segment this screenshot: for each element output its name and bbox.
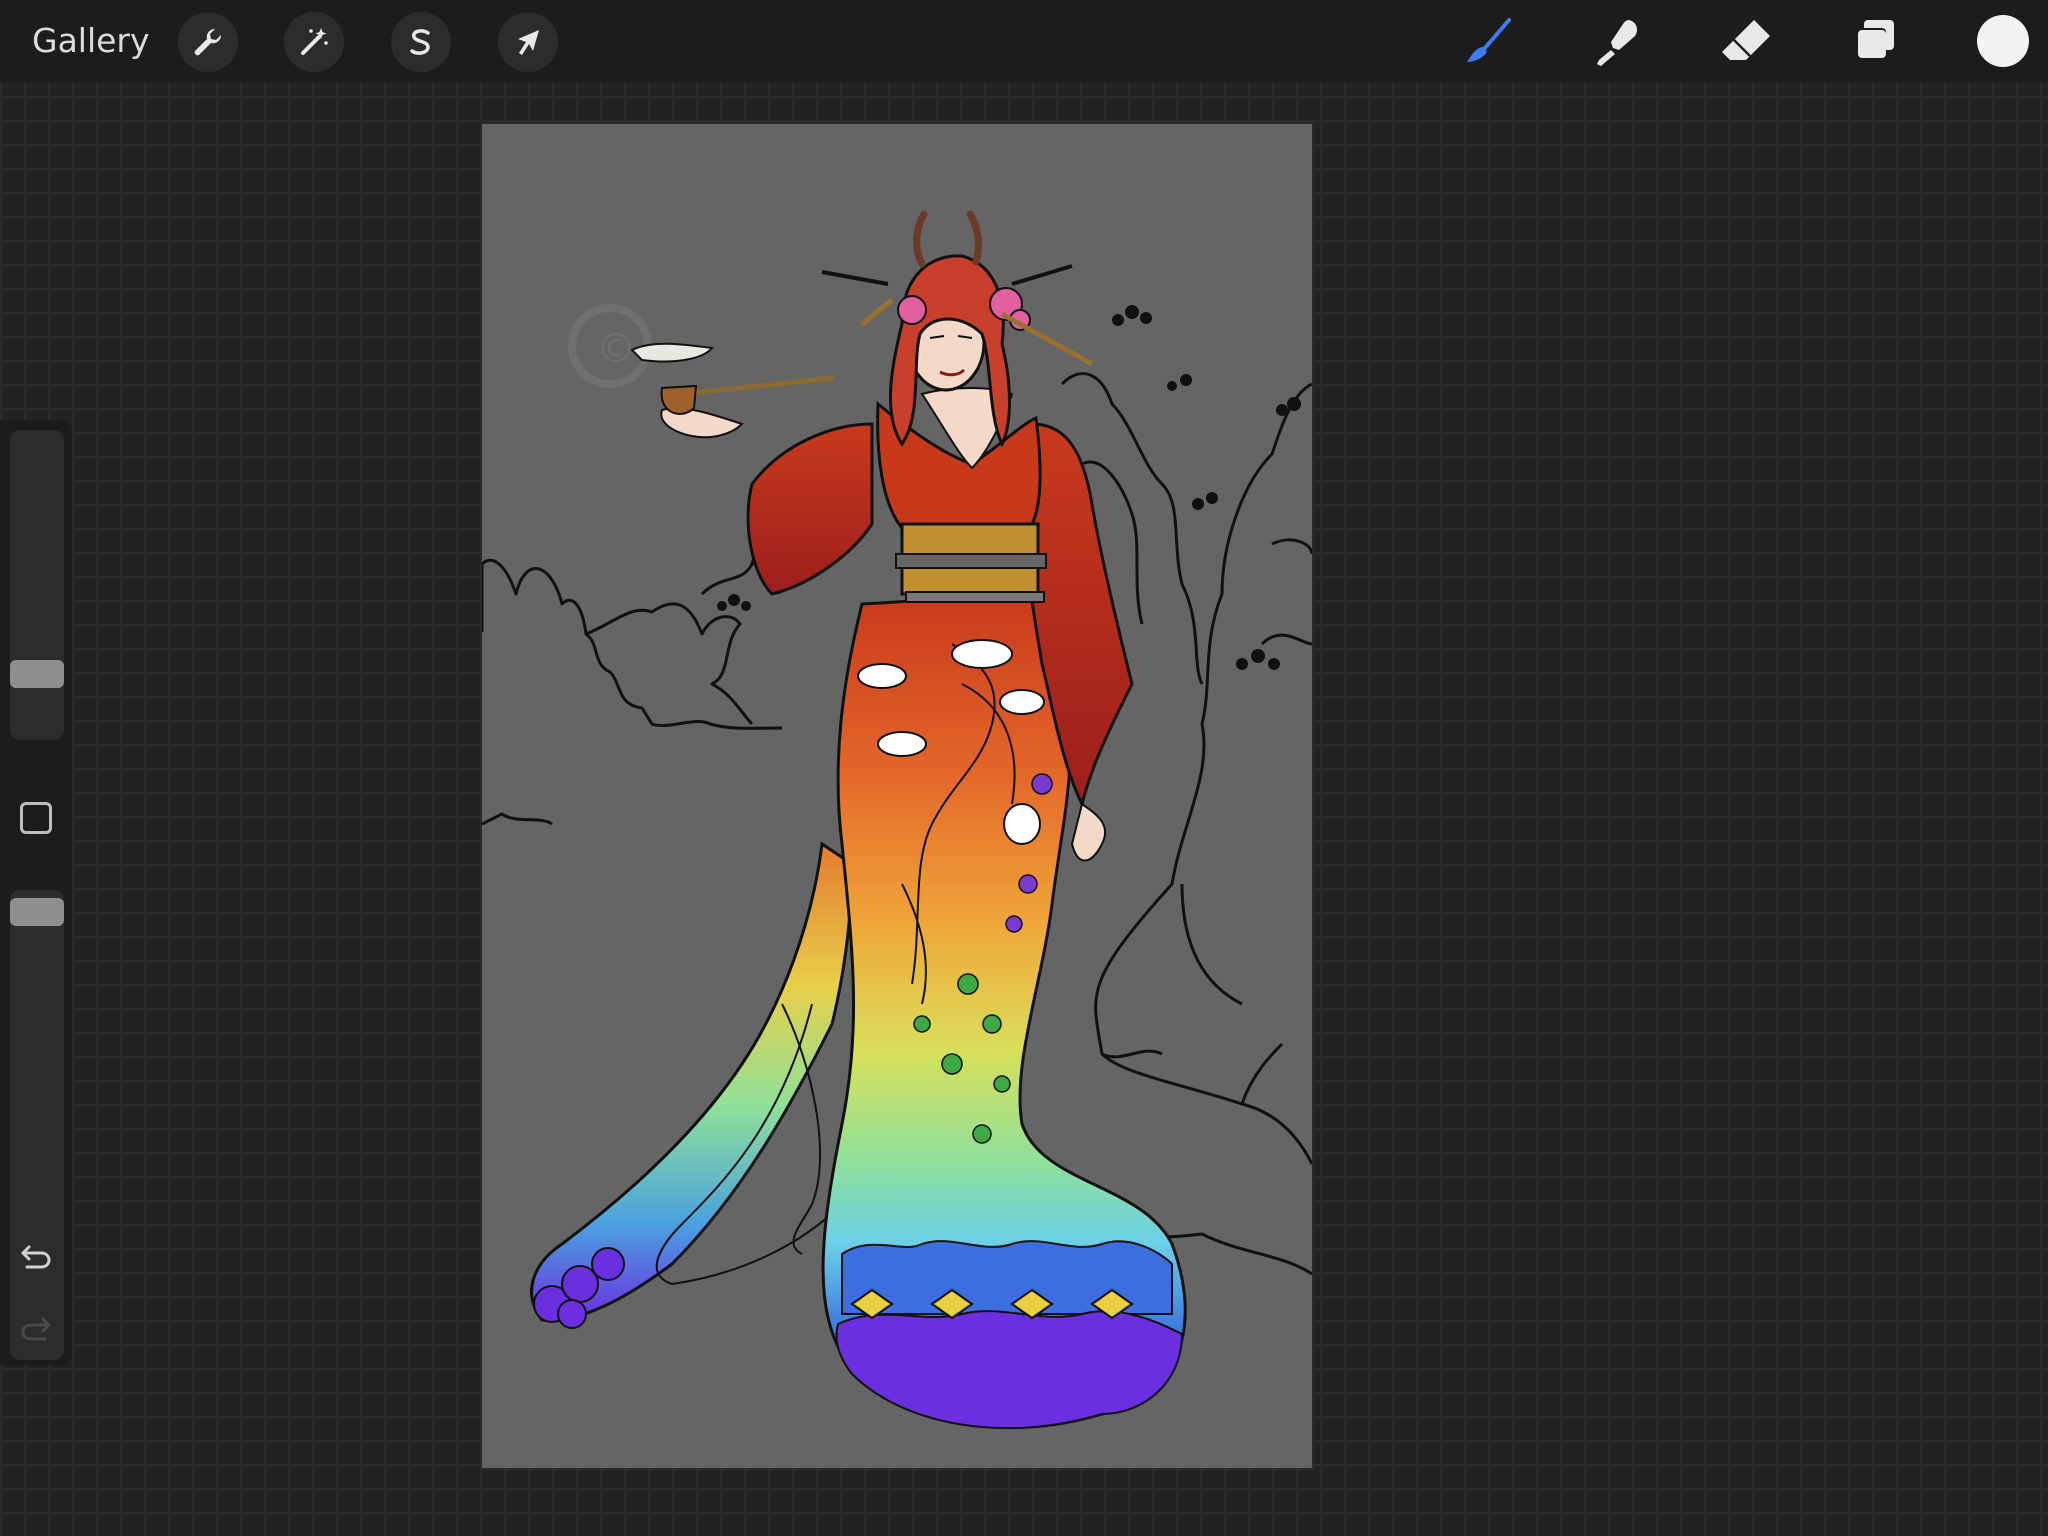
brush-button[interactable]: [1458, 11, 1520, 73]
opacity-thumb[interactable]: [10, 898, 64, 926]
transform-button[interactable]: [498, 12, 558, 72]
gallery-button[interactable]: Gallery: [32, 18, 150, 64]
selection-button[interactable]: [391, 12, 451, 72]
smudge-icon: [1597, 20, 1637, 66]
redo-icon: [21, 1317, 51, 1341]
eraser-icon: [1722, 20, 1770, 60]
artwork: ©: [482, 210, 1312, 1430]
undo-icon: [21, 1245, 51, 1269]
selection-s-icon: [410, 29, 430, 55]
left-sidebar: [0, 420, 72, 1366]
actions-button[interactable]: [178, 12, 238, 72]
layers-icon: [1856, 20, 1894, 58]
brush-icon: [1467, 18, 1511, 62]
undo-button[interactable]: [16, 1236, 56, 1276]
brush-size-slider[interactable]: [10, 430, 64, 740]
opacity-slider[interactable]: [10, 890, 64, 1360]
redo-button[interactable]: [16, 1308, 56, 1348]
magic-wand-icon: [301, 28, 328, 55]
top-toolbar: Gallery: [0, 0, 2048, 82]
adjustments-button[interactable]: [284, 12, 344, 72]
modify-button[interactable]: [20, 802, 52, 834]
smudge-button[interactable]: [1586, 11, 1648, 73]
procreate-app: Gallery ©: [0, 0, 2048, 1536]
drawing-canvas[interactable]: ©: [482, 124, 1312, 1468]
brush-size-thumb[interactable]: [10, 660, 64, 688]
color-picker-button[interactable]: [1977, 15, 2029, 67]
arrow-cursor-icon: [518, 30, 539, 55]
eraser-button[interactable]: [1715, 11, 1777, 73]
layers-button[interactable]: [1843, 11, 1905, 73]
wrench-icon: [194, 28, 222, 56]
svg-text:©: ©: [596, 326, 636, 372]
